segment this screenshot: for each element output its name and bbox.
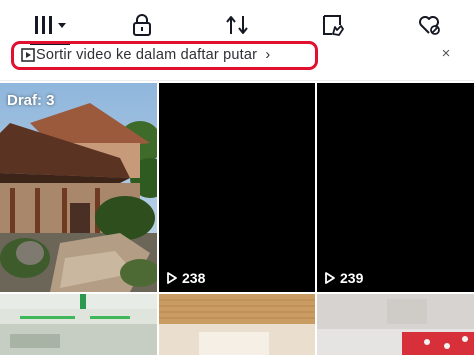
grid-menu-icon [35,16,66,34]
profile-tab-bar [0,0,474,46]
video-tile[interactable] [317,294,474,355]
close-icon[interactable]: × [439,46,453,61]
video-thumbnail-image [317,294,474,355]
video-thumbnail-image [159,294,315,355]
liked-tab[interactable] [414,8,444,42]
lock-icon [133,14,151,36]
view-count: 239 [324,270,363,286]
video-tile[interactable] [0,294,157,355]
drafts-count-label: Draf: 3 [7,92,55,109]
repost-arrows-icon [226,16,248,34]
divider [0,80,474,81]
drafts-thumbnail-image [0,83,157,292]
video-tile[interactable]: 238 [159,83,315,292]
video-tile[interactable] [159,294,315,355]
view-count-value: 238 [182,270,206,286]
play-icon [325,272,335,284]
video-thumbnail-image [0,294,157,355]
drafts-tile[interactable]: Draf: 3 [0,83,157,292]
view-count-value: 239 [340,270,364,286]
video-tile[interactable]: 239 [317,83,474,292]
bookmark-hand-icon [323,15,344,36]
grid-tab[interactable] [30,8,70,42]
private-tab[interactable] [128,8,156,42]
view-count: 238 [166,270,205,286]
play-icon [167,272,177,284]
reposts-tab[interactable] [222,8,252,42]
heart-hidden-icon [419,16,440,35]
favorites-tab[interactable] [318,8,348,42]
banner-highlight-outline [11,41,318,70]
